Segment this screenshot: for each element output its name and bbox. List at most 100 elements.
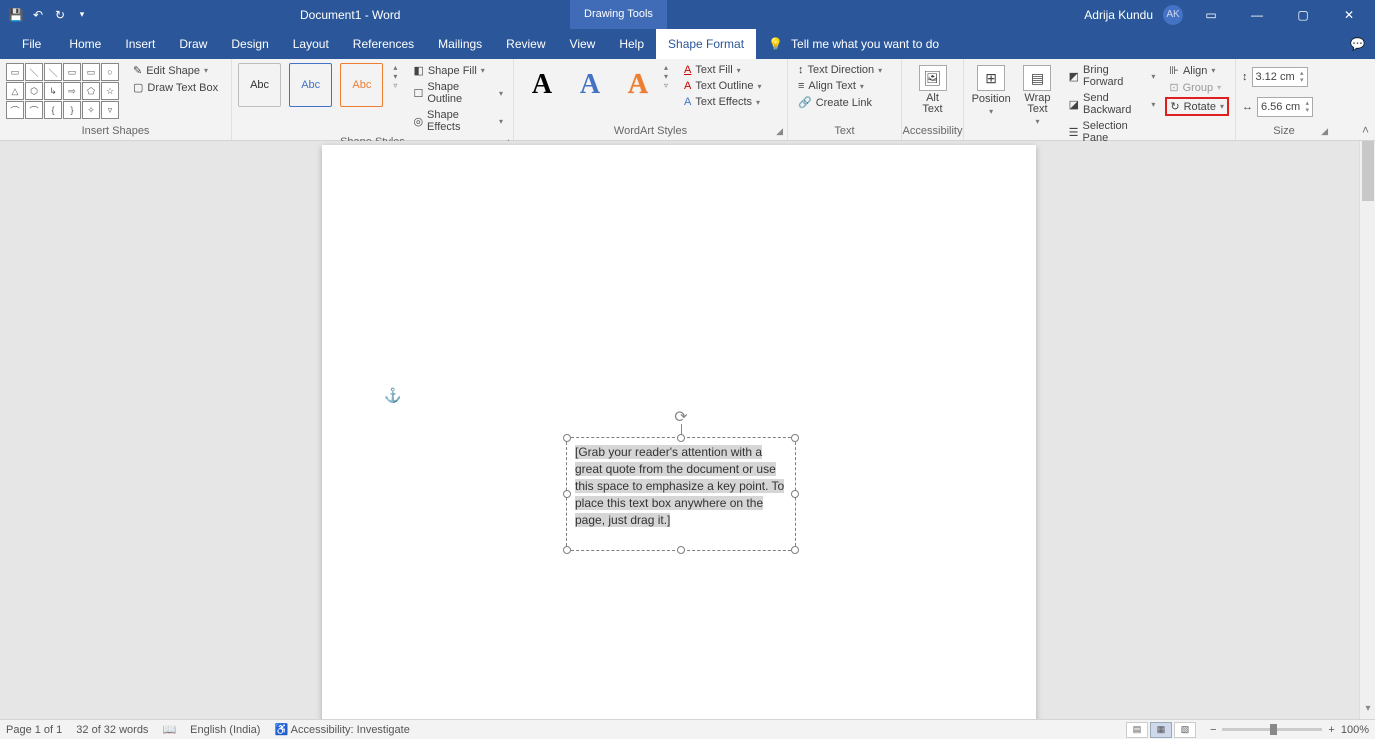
tab-design[interactable]: Design <box>219 29 280 59</box>
zoom-out-icon[interactable]: − <box>1210 724 1216 736</box>
tab-shape-format[interactable]: Shape Format <box>656 29 756 59</box>
shape-fill-button[interactable]: ◧Shape Fill▾ <box>409 63 507 78</box>
resize-handle-tr[interactable] <box>791 434 799 442</box>
text-direction-button[interactable]: ↕Text Direction▾ <box>794 63 886 77</box>
shape-outline-button[interactable]: ☐Shape Outline▾ <box>409 80 507 106</box>
user-name[interactable]: Adrija Kundu <box>1084 8 1153 22</box>
shape-effects-button[interactable]: ◎Shape Effects▾ <box>409 108 507 134</box>
status-word-count[interactable]: 32 of 32 words <box>76 724 148 736</box>
status-language[interactable]: English (India) <box>190 724 260 736</box>
view-print-layout[interactable]: ▦ <box>1150 722 1172 738</box>
create-link-button[interactable]: 🔗Create Link <box>794 95 886 110</box>
height-value: 3.12 cm <box>1256 71 1295 83</box>
tab-mailings[interactable]: Mailings <box>426 29 494 59</box>
shape-style-preset-2[interactable]: Abc <box>289 63 332 107</box>
wordart-preset-1[interactable]: A <box>520 63 564 107</box>
align-button[interactable]: ⊪Align▾ <box>1165 63 1229 78</box>
group-wordart-styles: A A A ▴ ▾ ▿ AText Fill▾ AText Outline▾ A… <box>514 59 788 140</box>
tab-layout[interactable]: Layout <box>281 29 341 59</box>
send-backward-button[interactable]: ◪Send Backward▾ <box>1065 91 1160 117</box>
shape-width-field[interactable]: ↔ 6.56 cm▴▾ <box>1242 97 1313 117</box>
wordart-preset-2[interactable]: A <box>568 63 612 107</box>
spellcheck-icon[interactable]: 📖 <box>162 723 176 736</box>
draw-text-box-button[interactable]: ▢ Draw Text Box <box>129 80 222 95</box>
bring-forward-button[interactable]: ◩Bring Forward▾ <box>1065 63 1160 89</box>
tab-help[interactable]: Help <box>607 29 656 59</box>
zoom-slider[interactable] <box>1222 728 1322 731</box>
shape-height-field[interactable]: ↕ 3.12 cm▴▾ <box>1242 67 1308 87</box>
close-icon[interactable]: ✕ <box>1331 8 1367 22</box>
tell-me-search[interactable]: 💡 Tell me what you want to do <box>768 37 939 51</box>
accessibility-status[interactable]: ♿ Accessibility: Investigate <box>274 723 409 736</box>
save-icon[interactable]: 💾 <box>8 8 24 22</box>
resize-handle-l[interactable] <box>563 490 571 498</box>
maximize-icon[interactable]: ▢ <box>1285 8 1321 22</box>
wordart-preset-3[interactable]: A <box>616 63 660 107</box>
vertical-scrollbar[interactable]: ▴ ▾ <box>1359 141 1375 719</box>
customize-qat-icon[interactable]: ▾ <box>74 9 90 20</box>
undo-icon[interactable]: ↶ <box>30 8 46 22</box>
status-page[interactable]: Page 1 of 1 <box>6 724 62 736</box>
shape-style-preset-3[interactable]: Abc <box>340 63 383 107</box>
resize-handle-tl[interactable] <box>563 434 571 442</box>
gallery-up-icon[interactable]: ▴ <box>664 63 668 72</box>
gallery-more-icon[interactable]: ▿ <box>664 81 668 90</box>
dialog-launcher-icon[interactable]: ◢ <box>776 126 783 137</box>
text-box-selection[interactable]: ⟳ [Grab your reader's attention with a g… <box>566 437 796 551</box>
text-box[interactable]: [Grab your reader's attention with a gre… <box>566 437 796 551</box>
tab-home[interactable]: Home <box>57 29 113 59</box>
zoom-percent[interactable]: 100% <box>1341 724 1369 736</box>
view-read-mode[interactable]: ▤ <box>1126 722 1148 738</box>
shapes-gallery[interactable]: ▭＼＼▭▭○ △⬡↳⇨⬠☆ ⌒⌒{}✧▿ <box>6 63 119 119</box>
tab-references[interactable]: References <box>341 29 426 59</box>
comments-icon[interactable]: 💬 <box>1350 37 1365 51</box>
collapse-ribbon-icon[interactable]: ˄ <box>1362 123 1369 137</box>
gallery-down-icon[interactable]: ▾ <box>664 72 668 81</box>
alt-text-button[interactable]: 🖼 AltText <box>909 63 957 115</box>
resize-handle-t[interactable] <box>677 434 685 442</box>
dialog-launcher-icon[interactable]: ◢ <box>1321 126 1328 137</box>
document-canvas[interactable]: ⚓ ⟳ [Grab your reader's attention with a… <box>0 141 1375 719</box>
text-fill-button[interactable]: AText Fill▾ <box>680 63 765 77</box>
text-outline-button[interactable]: AText Outline▾ <box>680 79 765 93</box>
tab-insert[interactable]: Insert <box>113 29 167 59</box>
tab-draw[interactable]: Draw <box>167 29 219 59</box>
zoom-thumb[interactable] <box>1270 724 1277 735</box>
minimize-icon[interactable]: — <box>1239 8 1275 22</box>
rotate-button[interactable]: ↻Rotate▾ <box>1165 97 1229 116</box>
gallery-more-icon[interactable]: ▿ <box>393 81 397 90</box>
resize-handle-bl[interactable] <box>563 546 571 554</box>
redo-icon[interactable]: ↻ <box>52 8 68 22</box>
zoom-in-icon[interactable]: + <box>1328 724 1334 736</box>
align-text-button[interactable]: ≡Align Text▾ <box>794 79 886 93</box>
align-text-label: Align Text <box>808 80 856 92</box>
shape-effects-label: Shape Effects <box>427 109 495 133</box>
page[interactable] <box>322 145 1036 719</box>
scroll-down-icon[interactable]: ▾ <box>1360 703 1375 719</box>
position-button[interactable]: ⊞ Position ▾ <box>970 63 1012 116</box>
resize-handle-b[interactable] <box>677 546 685 554</box>
chevron-down-icon: ▾ <box>1220 102 1224 111</box>
resize-handle-r[interactable] <box>791 490 799 498</box>
chevron-down-icon: ▾ <box>1211 66 1215 75</box>
ribbon-display-icon[interactable]: ▭ <box>1193 8 1229 22</box>
anchor-icon[interactable]: ⚓ <box>384 387 401 404</box>
user-avatar[interactable]: AK <box>1163 5 1183 25</box>
shape-style-preset-1[interactable]: Abc <box>238 63 281 107</box>
resize-handle-br[interactable] <box>791 546 799 554</box>
wrap-text-button[interactable]: ▤ WrapText ▾ <box>1016 63 1058 126</box>
edit-shape-button[interactable]: ✎ Edit Shape ▾ <box>129 63 222 78</box>
gallery-down-icon[interactable]: ▾ <box>393 72 397 81</box>
text-effects-button[interactable]: AText Effects▾ <box>680 95 765 109</box>
wrap-text-icon: ▤ <box>1023 65 1051 91</box>
gallery-up-icon[interactable]: ▴ <box>393 63 397 72</box>
tab-file[interactable]: File <box>6 29 57 59</box>
view-web-layout[interactable]: ▧ <box>1174 722 1196 738</box>
group-button[interactable]: ⊡Group▾ <box>1165 80 1229 95</box>
text-box-icon: ▢ <box>133 81 143 94</box>
tab-view[interactable]: View <box>558 29 608 59</box>
scroll-thumb[interactable] <box>1362 141 1374 201</box>
tab-review[interactable]: Review <box>494 29 557 59</box>
edit-shape-icon: ✎ <box>133 64 142 77</box>
text-box-content[interactable]: [Grab your reader's attention with a gre… <box>567 438 795 535</box>
